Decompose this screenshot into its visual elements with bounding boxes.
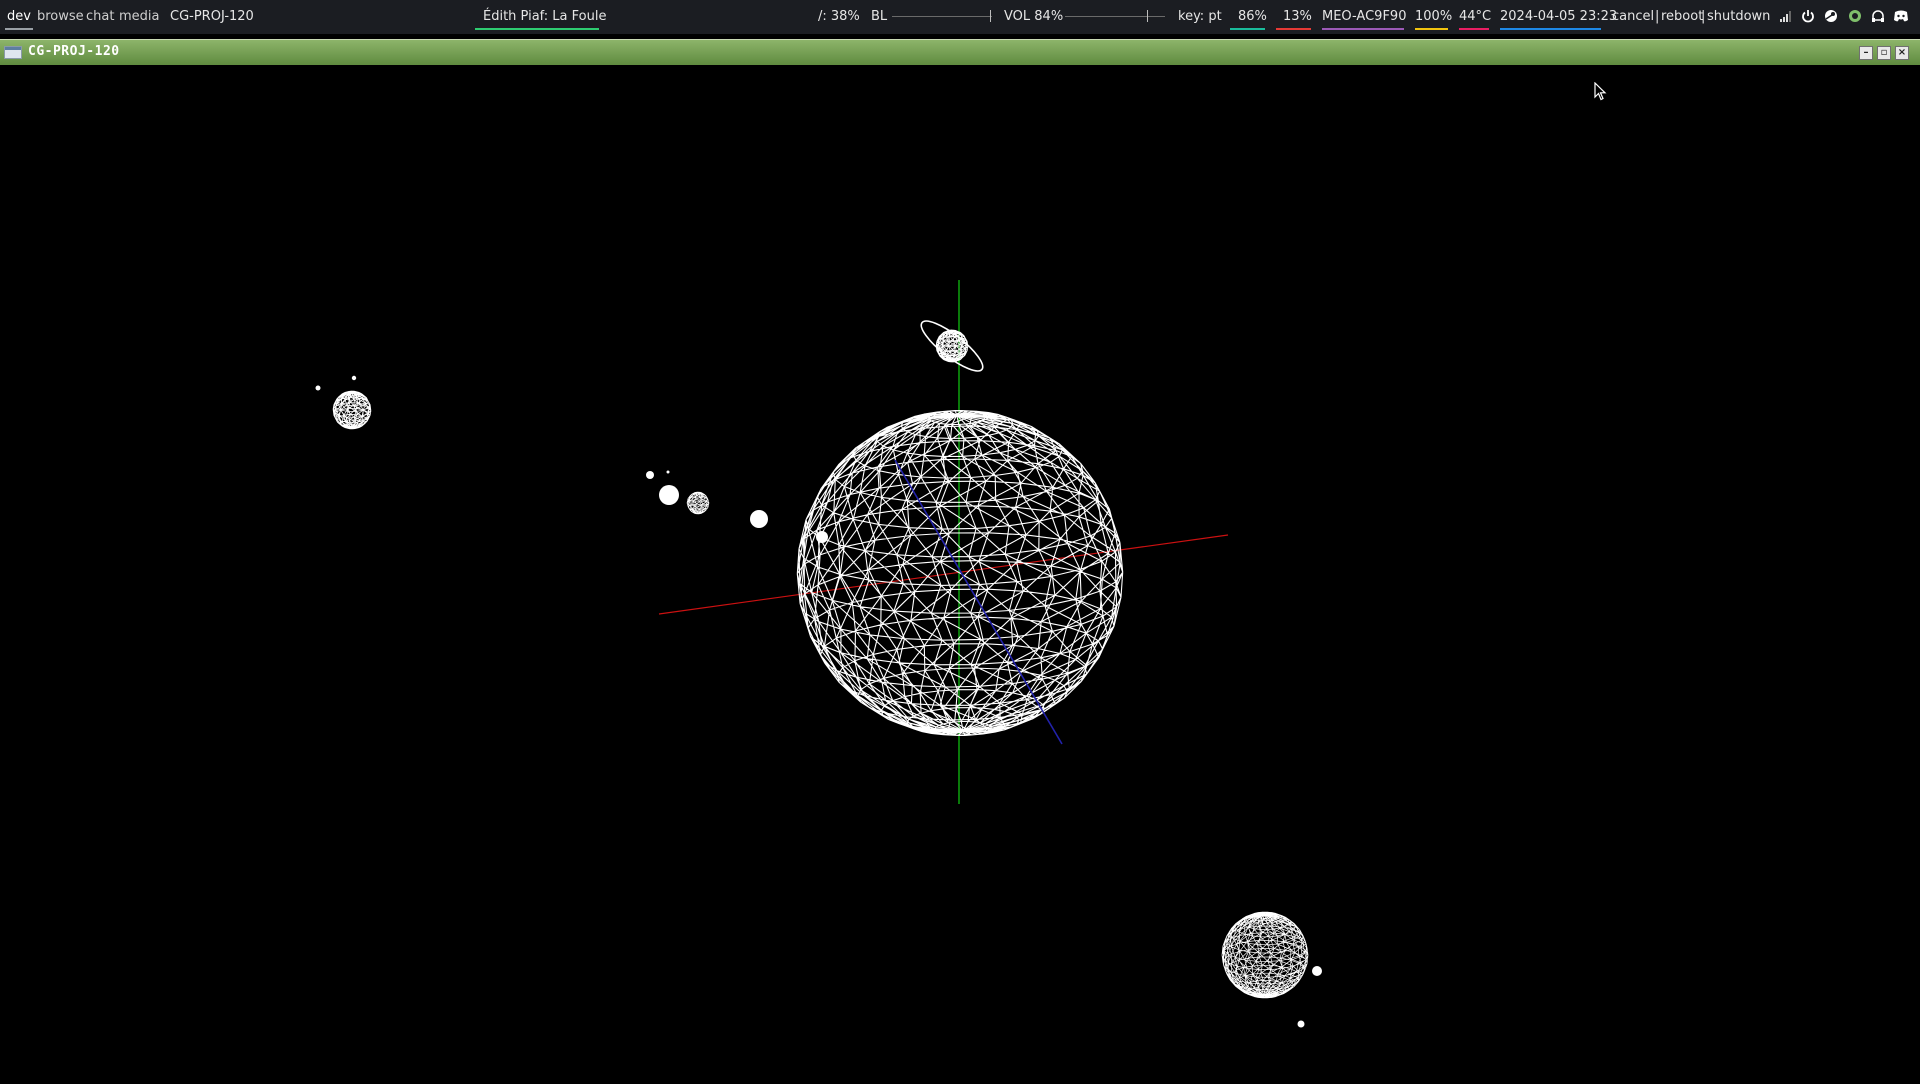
keyboard-layout[interactable]: key: pt [1178,9,1222,24]
backlight-slider[interactable] [892,16,992,17]
small-moon [666,470,670,474]
left-planet-mesh [332,390,372,430]
mouse-cursor-icon [1594,82,1607,101]
steam-icon[interactable] [1823,9,1839,25]
focused-window-name: CG-PROJ-120 [170,9,254,24]
window-icon [4,46,22,59]
lower-right-planet-mesh [1221,911,1309,999]
volume-label: VOL 84% [1004,9,1064,24]
lower-right-planet [1221,911,1309,999]
lower-right-moon [1312,966,1322,976]
headset-icon[interactable] [1847,9,1863,25]
session-separator: | [1701,9,1706,24]
x-axis-line [658,534,1229,615]
small-moon [816,531,828,543]
power-icon[interactable] [1800,9,1816,25]
small-moon [750,510,768,528]
signal-icon[interactable] [1778,9,1794,25]
cpu-underline [1230,28,1265,30]
ringed-moon [935,329,969,363]
close-button[interactable]: × [1895,46,1909,60]
discord-icon[interactable] [1893,9,1909,25]
volume-slider[interactable] [1065,16,1165,17]
battery-underline [1415,28,1448,30]
minimize-button[interactable]: – [1859,46,1873,60]
battery-level: 100% [1415,9,1453,24]
disk-usage: /: 38% [818,9,860,24]
window-titlebar[interactable]: CG-PROJ-120 – ▫ × [0,39,1920,65]
left-planet [332,390,372,430]
date-time[interactable]: 2024-04-05 23:23 [1500,9,1617,24]
reboot-button[interactable]: reboot [1661,9,1703,24]
now-playing-underline [475,28,599,30]
scene-svg [315,280,1322,1028]
workspace-media[interactable]: media [119,9,160,24]
bell-icon[interactable] [1870,9,1886,25]
left-planet-moon [351,375,357,381]
ringed-moon-mesh [935,329,969,363]
now-playing[interactable]: Édith Piaf: La Foule [483,9,606,24]
memory-usage: 13% [1283,9,1312,24]
small-moon [646,471,654,479]
memory-underline [1276,28,1311,30]
temperature: 44°C [1459,9,1492,24]
cpu-usage: 86% [1238,9,1267,24]
maximize-button[interactable]: ▫ [1877,46,1891,60]
workspace-chat[interactable]: chat [86,9,114,24]
status-bar: dev browse chat media CG-PROJ-120 Édith … [0,0,1920,34]
date-time-underline [1500,28,1601,30]
left-planet-moon [315,385,321,391]
shutdown-button[interactable]: shutdown [1707,9,1770,24]
wifi-underline [1322,28,1404,30]
workspace-active-indicator [5,28,33,30]
render-viewport[interactable] [0,65,1920,1080]
backlight-slider-knob[interactable] [990,10,991,22]
cancel-button[interactable]: cancel [1612,9,1654,24]
central-planet [796,409,1124,737]
lower-right-moon [1297,1020,1305,1028]
central-planet-mesh [796,409,1124,737]
small-moon [686,491,710,515]
wifi-network[interactable]: MEO-AC9F90 [1322,9,1406,24]
small-moon-mesh [686,491,710,515]
window-title: CG-PROJ-120 [28,44,120,59]
temperature-underline [1459,28,1489,30]
session-separator: | [1655,9,1660,24]
volume-slider-knob[interactable] [1147,10,1149,22]
workspace-dev[interactable]: dev [7,9,31,24]
workspace-browse[interactable]: browse [37,9,84,24]
backlight-label: BL [871,9,888,24]
small-moon [659,485,679,505]
